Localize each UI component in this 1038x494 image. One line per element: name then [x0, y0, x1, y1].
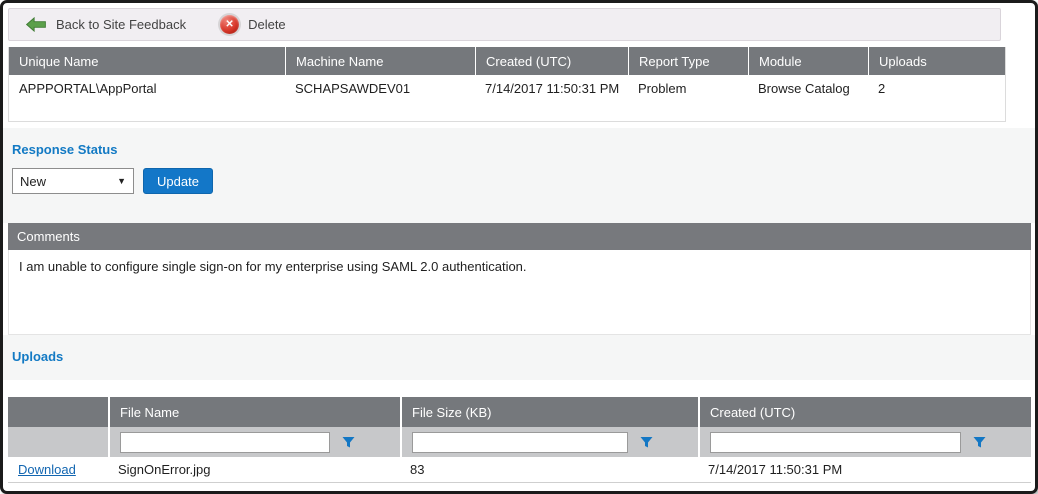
column-header-unique-name: Unique Name — [9, 47, 285, 75]
uploads-filter-row — [8, 427, 1031, 457]
created-filter-input[interactable] — [710, 432, 961, 453]
column-header-machine-name: Machine Name — [285, 47, 475, 75]
back-button-label: Back to Site Feedback — [56, 17, 186, 32]
uploads-heading: Uploads — [12, 349, 63, 364]
uploads-header-row: File Name File Size (KB) Created (UTC) — [8, 397, 1031, 427]
cell-module: Browse Catalog — [748, 81, 868, 99]
chevron-down-icon: ▼ — [117, 176, 126, 186]
cell-file-created: 7/14/2017 11:50:31 PM — [698, 462, 1031, 482]
cell-download: Download — [8, 462, 108, 482]
back-to-site-feedback-button[interactable]: Back to Site Feedback — [25, 17, 186, 32]
filter-cell-file-size — [400, 427, 698, 457]
cell-created-utc: 7/14/2017 11:50:31 PM — [475, 81, 628, 99]
comments-header-label: Comments — [17, 229, 80, 244]
comments-body: I am unable to configure single sign-on … — [8, 250, 1031, 335]
response-status-section: Response Status New ▼ Update — [3, 128, 1035, 223]
cell-uploads-count: 2 — [868, 81, 1005, 99]
filter-cell-file-name — [108, 427, 400, 457]
cell-report-type: Problem — [628, 81, 748, 99]
cell-machine-name: SCHAPSAWDEV01 — [285, 81, 475, 99]
download-link[interactable]: Download — [18, 462, 76, 477]
column-header-module: Module — [748, 47, 868, 75]
comment-text: I am unable to configure single sign-on … — [19, 259, 527, 274]
feedback-table-filler — [9, 99, 1005, 121]
comments-header-bar: Comments — [8, 223, 1031, 250]
feedback-table-row[interactable]: APPPORTAL\AppPortal SCHAPSAWDEV01 7/14/2… — [9, 75, 1005, 99]
uploads-data-row: Download SignOnError.jpg 83 7/14/2017 11… — [8, 457, 1031, 482]
delete-icon: ✕ — [220, 15, 239, 34]
file-name-filter-input[interactable] — [120, 432, 330, 453]
back-arrow-icon — [25, 17, 47, 32]
file-size-filter-input[interactable] — [412, 432, 628, 453]
feedback-detail-window: Back to Site Feedback ✕ Delete Unique Na… — [0, 0, 1038, 494]
uploads-column-header-file-size: File Size (KB) — [400, 397, 698, 427]
filter-funnel-icon[interactable] — [342, 436, 355, 449]
uploads-column-header-action — [8, 397, 108, 427]
feedback-table-header-row: Unique Name Machine Name Created (UTC) R… — [9, 47, 1005, 75]
filter-funnel-icon[interactable] — [973, 436, 986, 449]
column-header-uploads: Uploads — [868, 47, 1005, 75]
response-status-heading: Response Status — [12, 142, 117, 157]
toolbar: Back to Site Feedback ✕ Delete — [8, 8, 1001, 41]
uploads-section: Uploads — [3, 335, 1035, 380]
filter-cell-created — [698, 427, 1031, 457]
cell-unique-name: APPPORTAL\AppPortal — [9, 81, 285, 99]
cell-file-name: SignOnError.jpg — [108, 462, 400, 482]
uploads-table: File Name File Size (KB) Created (UTC) — [8, 397, 1031, 483]
response-status-dropdown[interactable]: New ▼ — [12, 168, 134, 194]
feedback-detail-table: Unique Name Machine Name Created (UTC) R… — [8, 47, 1006, 122]
column-header-report-type: Report Type — [628, 47, 748, 75]
response-status-selected-value: New — [20, 174, 117, 189]
delete-button-label: Delete — [248, 17, 286, 32]
response-status-controls: New ▼ Update — [12, 168, 213, 194]
filter-funnel-icon[interactable] — [640, 436, 653, 449]
uploads-column-header-created: Created (UTC) — [698, 397, 1031, 427]
uploads-column-header-file-name: File Name — [108, 397, 400, 427]
cell-file-size: 83 — [400, 462, 698, 482]
update-button[interactable]: Update — [143, 168, 213, 194]
column-header-created-utc: Created (UTC) — [475, 47, 628, 75]
delete-button[interactable]: ✕ Delete — [220, 15, 286, 34]
filter-cell-empty — [8, 427, 108, 457]
